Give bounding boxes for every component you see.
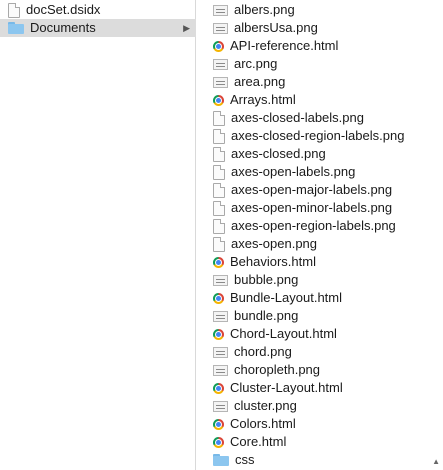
png-icon (213, 76, 228, 88)
list-item[interactable]: API-reference.html (197, 37, 443, 55)
chevron-right-icon: ▶ (183, 23, 190, 33)
chrome-html-icon (213, 328, 224, 340)
list-item[interactable]: Arrays.html (197, 91, 443, 109)
document-icon (213, 164, 225, 180)
list-item[interactable]: axes-open-labels.png (197, 163, 443, 181)
list-item[interactable]: axes-open-minor-labels.png (197, 199, 443, 217)
list-item[interactable]: Colors.html (197, 415, 443, 433)
list-item[interactable]: chord.png (197, 343, 443, 361)
chrome-html-icon (213, 418, 224, 430)
folder-name: Documents (30, 20, 96, 35)
list-item-documents-folder[interactable]: Documents ▶ (0, 19, 196, 37)
document-icon (213, 110, 225, 126)
list-item[interactable]: Core.html (197, 433, 443, 451)
file-name: cluster.png (234, 398, 297, 413)
png-icon (213, 4, 228, 16)
document-icon (213, 128, 225, 144)
chrome-html-icon (213, 292, 224, 304)
list-item[interactable]: albersUsa.png (197, 19, 443, 37)
finder-column-parent: docSet.dsidx Documents ▶ (0, 0, 196, 470)
file-name: bubble.png (234, 272, 299, 287)
file-name: chord.png (234, 344, 292, 359)
list-item[interactable]: Behaviors.html (197, 253, 443, 271)
scroll-up-arrow-icon[interactable]: ▲ (432, 457, 440, 466)
file-name: Chord-Layout.html (230, 326, 337, 341)
file-name: area.png (234, 74, 286, 89)
list-item[interactable]: Chord-Layout.html (197, 325, 443, 343)
png-icon (213, 22, 228, 34)
list-item[interactable]: css (197, 451, 443, 469)
chrome-html-icon (213, 94, 224, 106)
png-icon (213, 310, 228, 322)
list-item[interactable]: axes-open.png (197, 235, 443, 253)
file-name: axes-closed-region-labels.png (231, 128, 405, 143)
file-name: albers.png (234, 2, 295, 17)
list-item[interactable]: cluster.png (197, 397, 443, 415)
file-name: Cluster-Layout.html (230, 380, 343, 395)
list-item[interactable]: area.png (197, 73, 443, 91)
file-name: Behaviors.html (230, 254, 316, 269)
chrome-html-icon (213, 382, 224, 394)
document-icon (213, 182, 225, 198)
list-item[interactable]: Bundle-Layout.html (197, 289, 443, 307)
document-icon (213, 236, 225, 252)
list-item[interactable]: choropleth.png (197, 361, 443, 379)
png-icon (213, 58, 228, 70)
chrome-html-icon (213, 40, 224, 52)
png-icon (213, 274, 228, 286)
list-item[interactable]: bundle.png (197, 307, 443, 325)
list-item[interactable]: arc.png (197, 55, 443, 73)
list-item[interactable]: axes-open-major-labels.png (197, 181, 443, 199)
list-item[interactable]: albers.png (197, 1, 443, 19)
list-item[interactable]: Cluster-Layout.html (197, 379, 443, 397)
png-icon (213, 346, 228, 358)
folder-icon (213, 454, 229, 466)
file-name: axes-open-region-labels.png (231, 218, 396, 233)
list-item[interactable]: axes-closed-region-labels.png (197, 127, 443, 145)
file-name: css (235, 452, 255, 467)
file-name: Colors.html (230, 416, 296, 431)
file-name: arc.png (234, 56, 278, 71)
file-name: choropleth.png (234, 362, 321, 377)
list-item[interactable]: bubble.png (197, 271, 443, 289)
png-icon (213, 400, 228, 412)
png-icon (213, 364, 228, 376)
document-icon (213, 146, 225, 162)
list-item[interactable]: axes-closed-labels.png (197, 109, 443, 127)
file-name: bundle.png (234, 308, 299, 323)
document-icon (213, 200, 225, 216)
document-icon (8, 2, 20, 18)
file-name: axes-open-major-labels.png (231, 182, 393, 197)
file-name: axes-closed-labels.png (231, 110, 364, 125)
file-name: axes-open.png (231, 236, 318, 251)
list-item[interactable]: axes-closed.png (197, 145, 443, 163)
file-name: API-reference.html (230, 38, 339, 53)
folder-icon (8, 22, 24, 34)
file-name: albersUsa.png (234, 20, 318, 35)
file-name: docSet.dsidx (26, 2, 101, 17)
list-item-docset-dsidx[interactable]: docSet.dsidx (0, 1, 196, 19)
chrome-html-icon (213, 436, 224, 448)
file-name: Core.html (230, 434, 287, 449)
finder-column-documents: albers.png albersUsa.png API-reference.htm… (197, 0, 443, 470)
file-name: axes-open-labels.png (231, 164, 356, 179)
document-icon (213, 218, 225, 234)
file-name: axes-open-minor-labels.png (231, 200, 393, 215)
file-name: Arrays.html (230, 92, 296, 107)
file-name: axes-closed.png (231, 146, 326, 161)
list-item[interactable]: axes-open-region-labels.png (197, 217, 443, 235)
file-name: Bundle-Layout.html (230, 290, 343, 305)
chrome-html-icon (213, 256, 224, 268)
